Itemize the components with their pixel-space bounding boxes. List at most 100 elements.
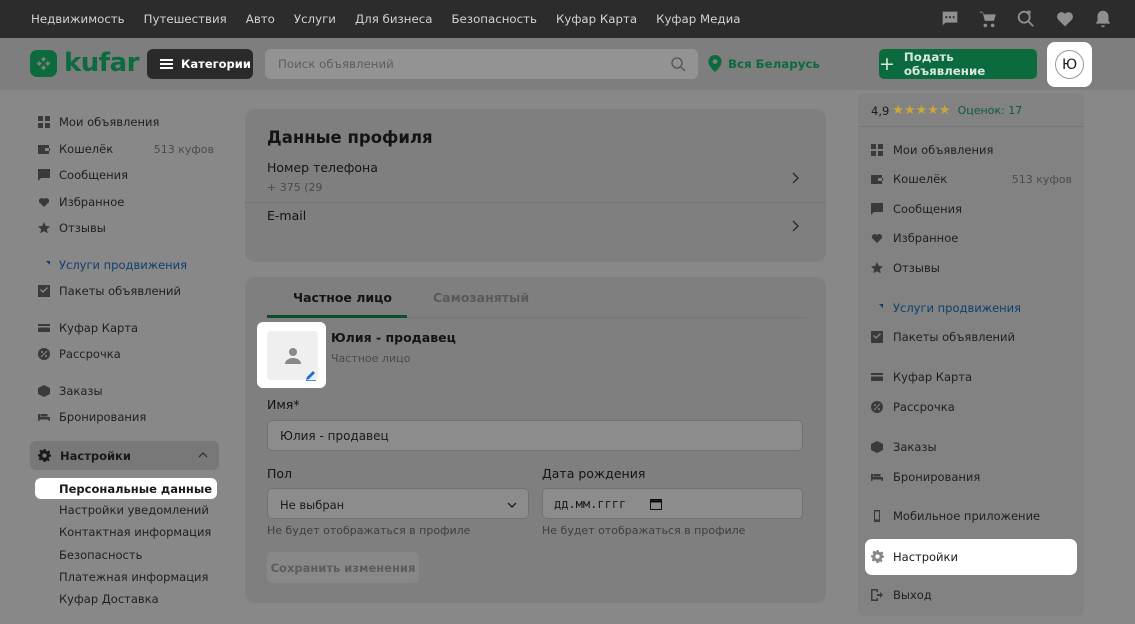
menu-item-reviews[interactable]: Отзывы <box>870 258 1076 278</box>
page-title: Данные профиля <box>267 128 433 147</box>
topnav-services[interactable]: Услуги <box>294 12 336 26</box>
avatar: Ю <box>1055 50 1084 79</box>
calendar-icon[interactable] <box>650 498 662 510</box>
sidebar-item-label: Заказы <box>59 384 103 398</box>
box-icon <box>37 384 51 398</box>
sidebar-item-packages[interactable]: Пакеты объявлений <box>30 281 220 301</box>
email-row[interactable]: E-mail <box>245 203 826 251</box>
settings-sub-delivery[interactable]: Куфар Доставка <box>59 592 159 606</box>
sidebar-item-my-ads[interactable]: Мои объявления <box>30 112 220 132</box>
name-label: Имя* <box>267 397 300 412</box>
menu-item-label: Выход <box>893 588 932 602</box>
user-rating[interactable]: 4,9 ★★★★★ Оценок: 17 <box>871 103 1022 118</box>
wallet-icon <box>37 142 51 156</box>
settings-sub-payment[interactable]: Платежная информация <box>59 570 208 584</box>
menu-item-settings[interactable]: Настройки <box>865 539 1077 575</box>
menu-icon <box>160 59 173 69</box>
tab-private-person[interactable]: Частное лицо <box>293 290 392 305</box>
birth-label: Дата рождения <box>542 466 646 481</box>
top-icons <box>935 8 1135 30</box>
grid-icon <box>37 115 51 129</box>
sidebar-item-favorites[interactable]: Избранное <box>30 192 220 212</box>
sidebar-item-kufar-card[interactable]: Куфар Карта <box>30 318 220 338</box>
topnav-auto[interactable]: Авто <box>246 12 275 26</box>
settings-section-toggle[interactable]: Настройки <box>30 441 219 470</box>
notifications-icon[interactable] <box>1092 8 1114 30</box>
menu-item-favorites[interactable]: Избранное <box>870 228 1076 248</box>
sidebar-item-orders[interactable]: Заказы <box>30 381 220 401</box>
user-type: Частное лицо <box>331 352 411 365</box>
kufar-logo[interactable]: kufar <box>30 48 139 78</box>
menu-item-bookings[interactable]: Бронирования <box>870 467 1076 487</box>
menu-item-installment[interactable]: Рассрочка <box>870 397 1076 417</box>
region-selector[interactable]: Вся Беларусь <box>708 55 820 72</box>
settings-sub-personal-data[interactable]: Персональные данные <box>35 478 217 499</box>
gender-value: Не выбран <box>280 498 345 512</box>
categories-label: Категории <box>181 57 251 71</box>
categories-button[interactable]: Категории <box>147 49 253 79</box>
topnav-kufar-card[interactable]: Куфар Карта <box>556 12 637 26</box>
installment-icon <box>870 400 884 414</box>
sidebar-item-messages[interactable]: Сообщения <box>30 165 220 185</box>
star-icon <box>870 261 884 275</box>
logo-text: kufar <box>64 48 139 78</box>
gear-icon <box>871 550 885 564</box>
messages-icon[interactable] <box>939 8 961 30</box>
sidebar-item-bookings[interactable]: Бронирования <box>30 407 220 427</box>
menu-item-messages[interactable]: Сообщения <box>870 199 1076 219</box>
save-button[interactable]: Сохранить изменения <box>267 552 419 583</box>
birth-date-field[interactable]: дд.мм.гггг <box>542 488 803 519</box>
box-icon <box>870 440 884 454</box>
menu-item-orders[interactable]: Заказы <box>870 437 1076 457</box>
topnav-kufar-media[interactable]: Куфар Медиа <box>656 12 740 26</box>
divider <box>858 126 1084 127</box>
favorites-icon[interactable] <box>1054 8 1076 30</box>
grid-icon <box>870 143 884 157</box>
cart-icon[interactable] <box>977 8 999 30</box>
topnav-security[interactable]: Безопасность <box>451 12 537 26</box>
sidebar-item-label: Услуги продвижения <box>59 258 188 272</box>
sidebar-item-installment[interactable]: Рассрочка <box>30 344 220 364</box>
email-label: E-mail <box>267 208 307 223</box>
name-field[interactable]: Юлия - продавец <box>267 420 803 451</box>
sidebar-item-label: Отзывы <box>59 221 106 235</box>
topnav-business[interactable]: Для бизнеса <box>355 12 433 26</box>
reviews-count[interactable]: Оценок: 17 <box>958 104 1023 117</box>
chevron-right-icon <box>792 172 799 184</box>
topnav-realty[interactable]: Недвижимость <box>31 12 125 26</box>
sidebar-item-label: Куфар Карта <box>59 321 139 335</box>
installment-icon <box>37 347 51 361</box>
menu-item-kufar-card[interactable]: Куфар Карта <box>870 367 1076 387</box>
phone-row[interactable]: Номер телефона + 375 (29 <box>245 153 826 201</box>
menu-item-my-ads[interactable]: Мои объявления <box>870 140 1076 160</box>
topnav-travel[interactable]: Путешествия <box>144 12 227 26</box>
profile-menu-button[interactable]: Ю <box>1047 42 1092 87</box>
avatar-upload[interactable] <box>257 322 326 388</box>
sidebar-item-label: Кошелёк <box>59 142 114 156</box>
sidebar-item-reviews[interactable]: Отзывы <box>30 218 220 238</box>
menu-item-packages[interactable]: Пакеты объявлений <box>870 327 1076 347</box>
chevron-down-icon <box>507 502 517 508</box>
menu-item-logout[interactable]: Выход <box>870 585 1076 605</box>
menu-item-promotion[interactable]: Услуги продвижения <box>870 298 1076 318</box>
plus-icon: + <box>879 52 895 75</box>
birth-hint: Не будет отображаться в профиле <box>542 524 746 537</box>
menu-item-label: Мои объявления <box>893 143 994 157</box>
profile-data-card: Данные профиля Номер телефона + 375 (29 … <box>245 109 826 262</box>
settings-sub-security[interactable]: Безопасность <box>59 548 142 562</box>
settings-sub-notifications[interactable]: Настройки уведомлений <box>59 503 209 517</box>
menu-item-mobile-app[interactable]: Мобильное приложение <box>870 506 1076 526</box>
sidebar-item-wallet[interactable]: Кошелёк 513 куфов <box>30 139 220 159</box>
tab-self-employed[interactable]: Самозанятый <box>433 290 529 305</box>
settings-sub-contacts[interactable]: Контактная информация <box>59 525 211 539</box>
search-icon[interactable] <box>670 56 686 72</box>
menu-item-wallet[interactable]: Кошелёк 513 куфов <box>870 169 1076 189</box>
saved-search-icon[interactable] <box>1015 8 1037 30</box>
sidebar-item-promotion[interactable]: Услуги продвижения <box>30 255 220 275</box>
gender-select[interactable]: Не выбран <box>267 488 529 519</box>
post-ad-button[interactable]: + Подать объявление <box>879 49 1037 79</box>
phone-label: Номер телефона <box>267 160 378 175</box>
gender-hint: Не будет отображаться в профиле <box>267 524 471 537</box>
search-input[interactable]: Поиск объявлений <box>265 49 698 79</box>
pencil-icon[interactable] <box>304 368 318 382</box>
